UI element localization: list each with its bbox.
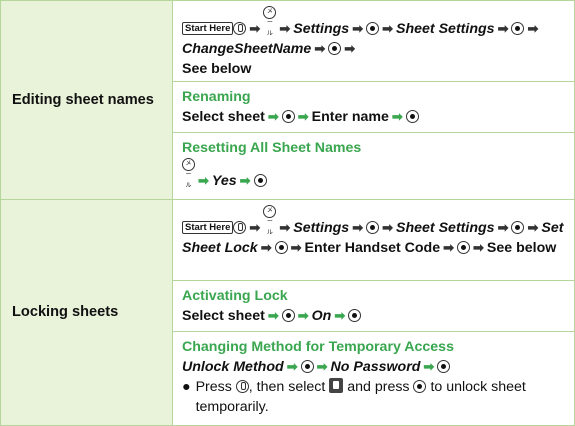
center-key-icon: [348, 309, 362, 322]
select-sheet-text: Select sheet: [182, 308, 265, 324]
row-content-locking: Start Here ➡メール ➡ Settings ➡ ➡ Sheet Settings ➡…: [172, 199, 575, 426]
arrow-icon: ➡: [314, 41, 326, 56]
path-locking: Start Here ➡メール ➡ Settings ➡ ➡ Sheet Settings ➡…: [173, 200, 574, 280]
arrow-icon: ➡: [198, 173, 209, 188]
arrow-icon: ➡: [334, 308, 346, 323]
select-sheet-text: Select sheet: [182, 109, 265, 125]
center-key-icon: [253, 174, 267, 187]
unlock-method-option: Unlock Method: [182, 359, 284, 375]
note-and-press-text: and press: [347, 379, 410, 395]
arrow-icon: ➡: [279, 220, 291, 235]
sub-renaming: Renaming Select sheet ➡ ➡ Enter name ➡: [173, 81, 574, 132]
center-key-icon: [281, 110, 295, 123]
center-key-icon: [511, 221, 525, 234]
start-here-key: Start Here: [182, 221, 234, 234]
arrow-icon: ➡: [316, 359, 328, 374]
mail-key-icon: メール: [263, 205, 277, 236]
center-key-icon: [437, 360, 451, 373]
arrow-icon: ➡: [249, 21, 261, 36]
lock-icon: [329, 378, 344, 393]
row-content-editing: Start Here ➡メール ➡ Settings ➡ ➡ Sheet Settings ➡…: [172, 0, 575, 200]
note-press-text: Press: [195, 379, 232, 395]
yes-option: Yes: [211, 173, 237, 189]
see-below-text: See below: [182, 61, 252, 77]
center-key-icon: [274, 241, 288, 254]
arrow-icon: ➡: [382, 21, 394, 36]
arrow-icon: ➡: [497, 21, 509, 36]
center-key-icon: [366, 22, 380, 35]
enter-name-text: Enter name: [311, 109, 389, 125]
arrow-icon: ➡: [290, 240, 302, 255]
menu-sheet-settings: Sheet Settings: [396, 220, 495, 236]
sub-title-resetting: Resetting All Sheet Names: [182, 140, 362, 156]
arrow-icon: ➡: [352, 220, 364, 235]
note-select-text: , then select: [248, 379, 326, 395]
center-key-icon: [328, 42, 342, 55]
arrow-icon: ➡: [391, 109, 403, 124]
arrow-icon: ➡: [443, 240, 455, 255]
sub-activating: Activating Lock Select sheet ➡ ➡ On ➡: [173, 280, 574, 331]
sub-title-activating: Activating Lock: [182, 288, 288, 304]
manual-table: Editing sheet names Start Here ➡メール ➡ Setti…: [0, 0, 575, 426]
sub-changing-method: Changing Method for Temporary Access Unl…: [173, 331, 574, 425]
center-key-icon: [413, 380, 427, 393]
dial-key-icon: [233, 221, 247, 234]
center-key-icon: [300, 360, 314, 373]
start-here-key: Start Here: [182, 22, 234, 35]
arrow-icon: ➡: [423, 359, 435, 374]
menu-settings: Settings: [293, 220, 350, 236]
bullet-icon: ●: [182, 379, 191, 395]
arrow-icon: ➡: [527, 21, 539, 36]
arrow-icon: ➡: [249, 220, 261, 235]
center-key-icon: [366, 221, 380, 234]
see-below-text: See below: [486, 240, 557, 256]
path-editing: Start Here ➡メール ➡ Settings ➡ ➡ Sheet Settings ➡…: [173, 1, 574, 81]
arrow-icon: ➡: [286, 359, 298, 374]
arrow-icon: ➡: [267, 109, 279, 124]
arrow-icon: ➡: [344, 41, 356, 56]
row-label-editing: Editing sheet names: [0, 0, 173, 200]
arrow-icon: ➡: [297, 109, 309, 124]
arrow-icon: ➡: [527, 220, 539, 235]
no-password-option: No Password: [330, 359, 421, 375]
sub-title-changing-method: Changing Method for Temporary Access: [182, 339, 454, 355]
arrow-icon: ➡: [382, 220, 394, 235]
arrow-icon: ➡: [279, 21, 291, 36]
arrow-icon: ➡: [267, 308, 279, 323]
table-row-locking: Locking sheets Start Here ➡メール ➡ Settings ➡ ➡…: [0, 199, 575, 426]
center-key-icon: [511, 22, 525, 35]
dial-key-icon: [233, 22, 247, 35]
arrow-icon: ➡: [473, 240, 484, 255]
arrow-icon: ➡: [260, 240, 272, 255]
menu-change-sheet-name: ChangeSheetName: [182, 41, 312, 57]
arrow-icon: ➡: [297, 308, 309, 323]
sub-title-renaming: Renaming: [182, 89, 251, 105]
arrow-icon: ➡: [239, 173, 251, 188]
mail-key-icon: メール: [263, 6, 277, 37]
on-option: On: [311, 308, 332, 324]
enter-handset-code-text: Enter Handset Code: [304, 240, 441, 256]
arrow-icon: ➡: [497, 220, 509, 235]
arrow-icon: ➡: [352, 21, 364, 36]
mail-key-icon: メール: [182, 158, 195, 189]
sub-resetting: Resetting All Sheet Names メール ➡ Yes ➡: [173, 132, 574, 189]
note-item: ● Press , then select and press to unloc…: [182, 377, 565, 417]
dial-key-icon: [235, 380, 249, 393]
menu-sheet-settings: Sheet Settings: [396, 21, 495, 37]
center-key-icon: [281, 309, 295, 322]
menu-settings: Settings: [293, 21, 350, 37]
center-key-icon: [457, 241, 471, 254]
row-label-locking: Locking sheets: [0, 199, 173, 426]
table-row-editing: Editing sheet names Start Here ➡メール ➡ Setti…: [0, 0, 575, 200]
center-key-icon: [405, 110, 419, 123]
